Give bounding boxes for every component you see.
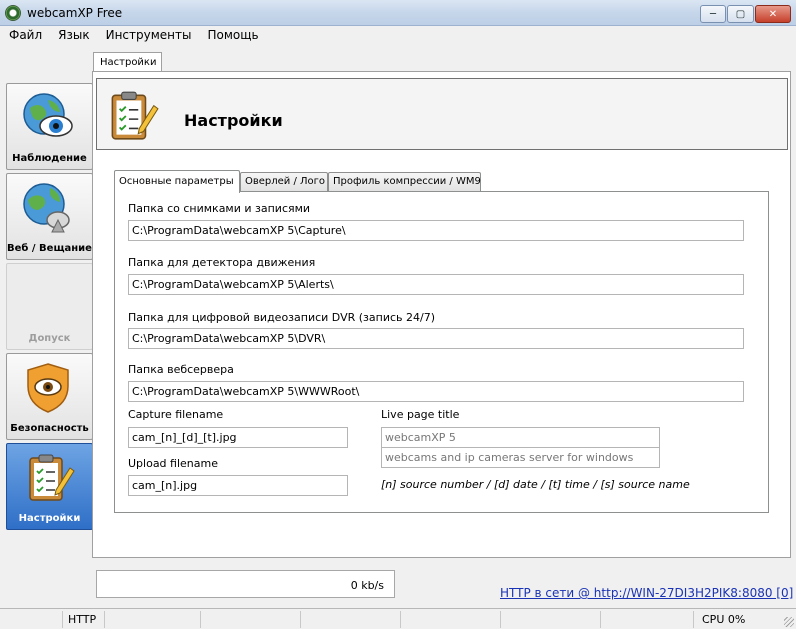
upload-filename-label: Upload filename bbox=[128, 457, 218, 470]
nav-label: Веб / Вещание bbox=[7, 243, 92, 254]
status-separator bbox=[500, 611, 501, 628]
globe-antenna-icon bbox=[23, 183, 70, 233]
status-protocol: HTTP bbox=[68, 613, 97, 626]
menu-bar: Файл Язык Инструменты Помощь bbox=[0, 26, 796, 44]
webserver-folder-input[interactable]: C:\ProgramData\webcamXP 5\WWWRoot\ bbox=[128, 381, 744, 402]
nav-settings[interactable]: Настройки bbox=[6, 443, 93, 530]
bandwidth-meter: 0 kb/s bbox=[96, 570, 395, 598]
nav-label: Настройки bbox=[18, 513, 81, 524]
nav-label: Допуск bbox=[28, 333, 71, 344]
webcamxp-app-icon bbox=[5, 5, 21, 21]
status-separator bbox=[693, 611, 694, 628]
close-button[interactable]: ✕ bbox=[755, 5, 791, 23]
bandwidth-value: 0 kb/s bbox=[350, 579, 384, 592]
status-separator bbox=[200, 611, 201, 628]
webserver-folder-label: Папка вебсервера bbox=[128, 363, 234, 376]
capture-folder-label: Папка со снимками и записями bbox=[128, 202, 311, 215]
tab-overlay-logo[interactable]: Оверлей / Лого bbox=[240, 172, 328, 192]
title-bar: webcamXP Free ─ ▢ ✕ bbox=[0, 0, 796, 26]
clipboard-pencil-icon bbox=[29, 454, 75, 501]
resize-grip-icon[interactable] bbox=[784, 617, 794, 627]
shield-eye-icon bbox=[27, 363, 69, 413]
tab-compression-profile[interactable]: Профиль компрессии / WM9 bbox=[328, 172, 481, 192]
nav-surveillance[interactable]: Наблюдение bbox=[6, 83, 93, 170]
menu-tools[interactable]: Инструменты bbox=[95, 26, 197, 44]
breadcrumb-tab: Настройки bbox=[93, 52, 162, 72]
status-bar: HTTP CPU 0% bbox=[0, 608, 796, 629]
page-title: Настройки bbox=[184, 111, 283, 130]
tab-general[interactable]: Основные параметры bbox=[114, 170, 240, 193]
dvr-folder-input[interactable]: C:\ProgramData\webcamXP 5\DVR\ bbox=[128, 328, 744, 349]
status-separator bbox=[62, 611, 63, 628]
live-page-subtitle-input[interactable]: webcams and ip cameras server for window… bbox=[381, 447, 660, 468]
live-page-title-input[interactable]: webcamXP 5 bbox=[381, 427, 660, 448]
capture-folder-input[interactable]: C:\ProgramData\webcamXP 5\Capture\ bbox=[128, 220, 744, 241]
filename-placeholder-hint: [n] source number / [d] date / [t] time … bbox=[381, 478, 690, 491]
menu-language[interactable]: Язык bbox=[47, 26, 94, 44]
status-separator bbox=[600, 611, 601, 628]
nav-label: Наблюдение bbox=[12, 153, 87, 164]
menu-help[interactable]: Помощь bbox=[196, 26, 263, 44]
clipboard-pencil-icon bbox=[111, 91, 159, 140]
dvr-folder-label: Папка для цифровой видеозаписи DVR (запи… bbox=[128, 311, 435, 324]
status-separator bbox=[300, 611, 301, 628]
capture-filename-input[interactable]: cam_[n]_[d]_[t].jpg bbox=[128, 427, 348, 448]
settings-panel: Настройки Основные параметры Оверлей / Л… bbox=[92, 71, 791, 558]
nav-label: Безопасность bbox=[10, 423, 89, 434]
upload-filename-input[interactable]: cam_[n].jpg bbox=[128, 475, 348, 496]
minimize-button[interactable]: ─ bbox=[700, 5, 726, 23]
globe-eye-icon bbox=[23, 93, 73, 137]
capture-filename-label: Capture filename bbox=[128, 408, 224, 421]
motion-folder-input[interactable]: C:\ProgramData\webcamXP 5\Alerts\ bbox=[128, 274, 744, 295]
status-separator bbox=[104, 611, 105, 628]
nav-security[interactable]: Безопасность bbox=[6, 353, 93, 440]
nav-web-broadcast[interactable]: Веб / Вещание bbox=[6, 173, 93, 260]
window-title: webcamXP Free bbox=[27, 6, 123, 20]
http-server-link[interactable]: HTTP в сети @ http://WIN-27DI3H2PIK8:808… bbox=[500, 586, 793, 600]
settings-header: Настройки bbox=[96, 78, 788, 150]
nav-access[interactable]: Допуск bbox=[6, 263, 93, 350]
maximize-button[interactable]: ▢ bbox=[727, 5, 754, 23]
live-page-title-label: Live page title bbox=[381, 408, 460, 421]
motion-folder-label: Папка для детектора движения bbox=[128, 256, 316, 269]
status-cpu: CPU 0% bbox=[702, 613, 746, 626]
status-separator bbox=[400, 611, 401, 628]
menu-file[interactable]: Файл bbox=[0, 26, 47, 44]
general-tab-content: Папка со снимками и записями C:\ProgramD… bbox=[114, 191, 769, 513]
